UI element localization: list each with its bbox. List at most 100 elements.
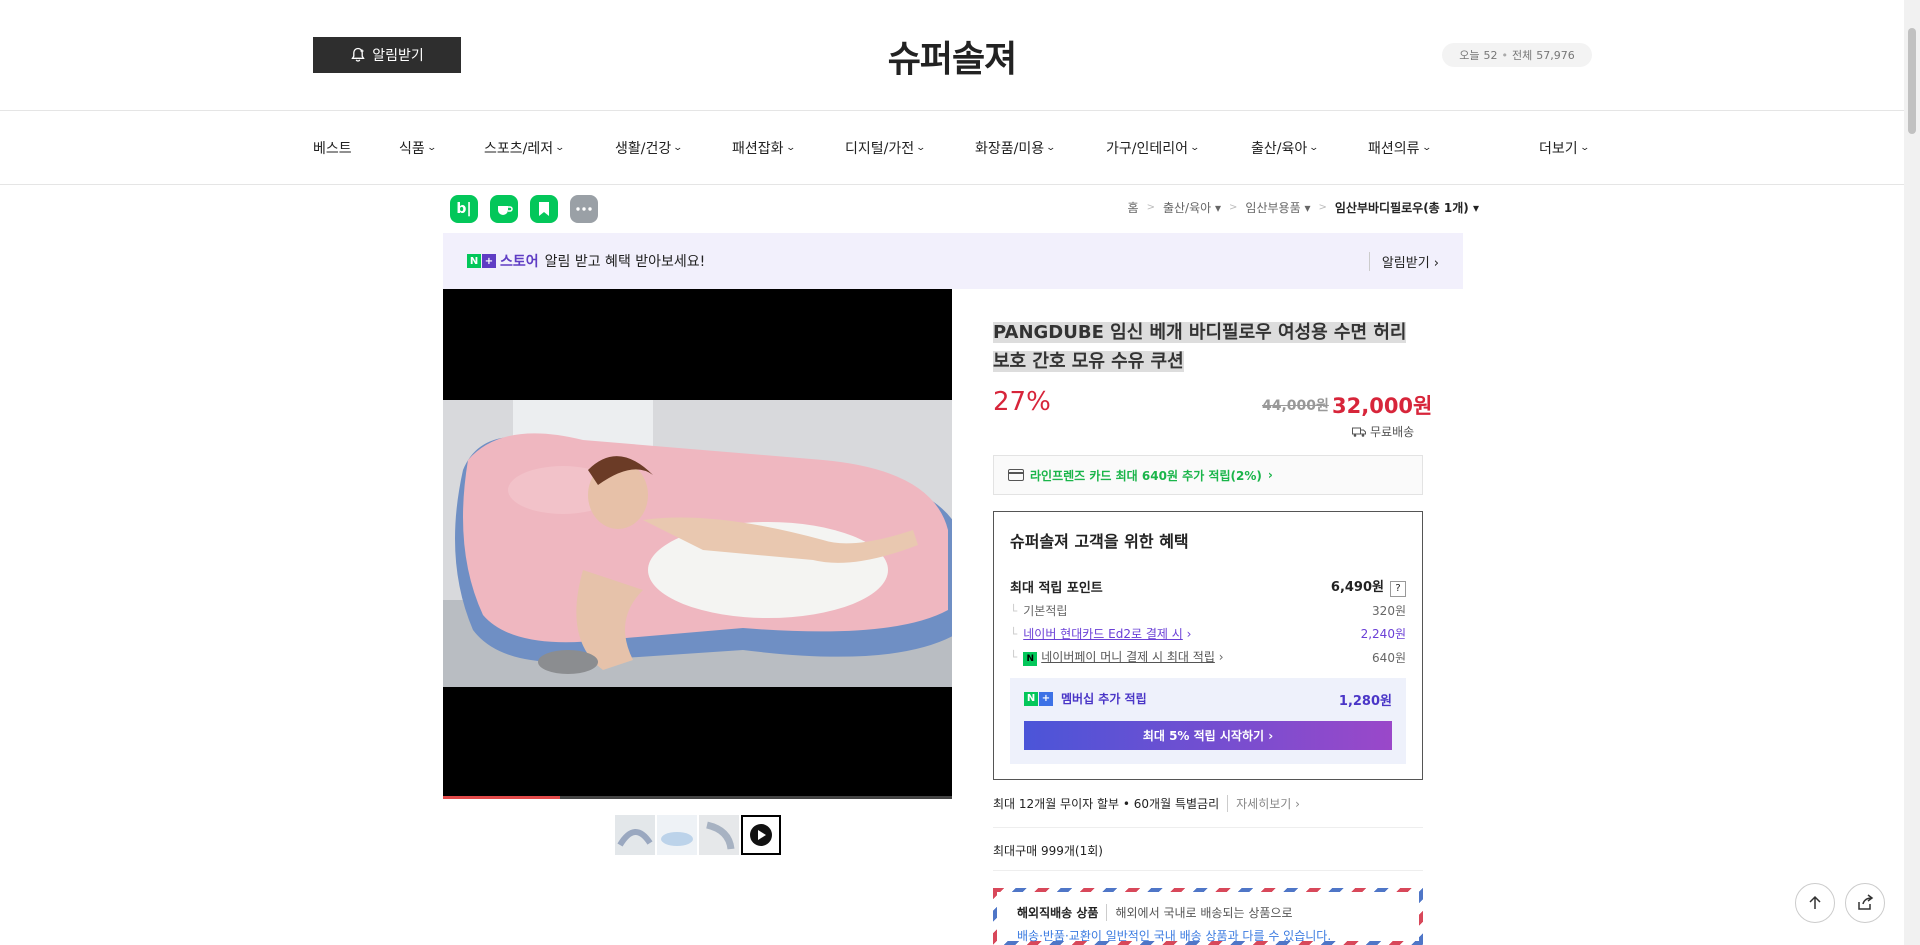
overseas-note: 배송·반품·교환이 일반적인 국내 배송 상품과 다를 수 있습니다. — [1017, 929, 1332, 943]
npay-points-value: 640원 — [1372, 650, 1406, 665]
cafe-share-icon[interactable] — [490, 195, 518, 223]
cup-icon — [498, 206, 513, 215]
help-icon[interactable]: ? — [1390, 580, 1406, 597]
video-progress-fill — [443, 796, 561, 799]
scroll-top-button[interactable] — [1795, 883, 1835, 923]
chevron-down-icon: ⌄ — [554, 143, 566, 153]
nav-item-living[interactable]: 생활/건강 ⌄ — [615, 138, 684, 158]
thumbnail-1[interactable] — [615, 815, 655, 855]
membership-start-button[interactable]: 최대 5% 적립 시작하기 › — [1024, 721, 1392, 750]
thumbnail-2[interactable] — [657, 815, 697, 855]
credit-card-icon — [1008, 469, 1024, 481]
store-banner-text: 알림 받고 혜택 받아보세요! — [544, 254, 706, 270]
breadcrumb-cat3[interactable]: 임산부바디필로우(총 1개) ▾ — [1335, 199, 1479, 216]
caret-down-icon: ▾ — [1215, 201, 1222, 215]
nav-item-beauty[interactable]: 화장품/미용 ⌄ — [975, 138, 1056, 158]
nav-label: 화장품/미용 — [975, 141, 1045, 157]
video-progress-bar[interactable] — [443, 796, 952, 799]
visitors-total-count: 57,976 — [1536, 48, 1575, 62]
overseas-shipping-notice: 해외직배송 상품 해외에서 국내로 배송되는 상품으로 배송·반품·교환이 일반… — [993, 888, 1423, 945]
divider — [993, 827, 1423, 828]
more-share-icon[interactable] — [570, 195, 598, 223]
truck-icon — [1352, 427, 1366, 437]
original-price: 44,000원 — [1262, 398, 1329, 414]
breadcrumb-separator-icon: > — [1146, 202, 1155, 213]
nav-item-clothing[interactable]: 패션의류 ⌄ — [1368, 138, 1432, 158]
page-scrollbar[interactable] — [1904, 0, 1920, 945]
max-points-label: 최대 적립 포인트 — [1010, 580, 1103, 596]
product-video-player[interactable] — [443, 289, 952, 799]
ellipsis-icon — [576, 207, 592, 211]
basic-points-label: 기본적립 — [1023, 604, 1068, 618]
nav-more-label: 더보기 — [1539, 141, 1578, 157]
shipping-text: 무료배송 — [1370, 425, 1415, 439]
breadcrumb-separator-icon: > — [1229, 202, 1238, 213]
breadcrumb-home[interactable]: 홈 — [1128, 199, 1139, 216]
visitors-today-count: 52 — [1483, 48, 1498, 62]
site-title[interactable]: 슈퍼솔져 — [0, 30, 1904, 82]
nav-item-digital[interactable]: 디지털/가전 ⌄ — [845, 138, 926, 158]
chevron-down-icon: ⌄ — [672, 143, 684, 153]
thumbnail-3[interactable] — [699, 815, 739, 855]
nav-label: 패션의류 — [1368, 141, 1420, 157]
share-button[interactable] — [1845, 883, 1885, 923]
overseas-desc: 해외에서 국내로 배송되는 상품으로 — [1115, 906, 1293, 920]
chevron-down-icon: ⌄ — [1421, 143, 1432, 153]
installment-more-label: 자세히보기 — [1236, 797, 1292, 811]
basic-points-label-group: └ 기본적립 — [1010, 602, 1067, 619]
separator-dot: • — [1501, 48, 1509, 62]
arrow-up-icon — [1809, 895, 1821, 909]
membership-value: 1,280원 — [1338, 694, 1392, 709]
play-icon — [750, 824, 772, 846]
card-points-link[interactable]: 네이버 현대카드 Ed2로 결제 시 — [1023, 627, 1183, 641]
max-points-group: 6,490원? — [1331, 576, 1406, 597]
naver-plus-logo-icon: N + — [1024, 691, 1053, 706]
nav-item-fashion-goods[interactable]: 패션잡화 ⌄ — [732, 138, 796, 158]
scrollbar-thumb[interactable] — [1908, 28, 1916, 134]
installment-more-link[interactable]: 자세히보기 › — [1227, 795, 1300, 812]
product-title-text: PANGDUBE 임신 베개 바디필로우 여성용 수면 허리 보호 간호 모유 … — [993, 322, 1407, 372]
card-points-label-group: └ 네이버 현대카드 Ed2로 결제 시 › — [1010, 625, 1191, 642]
blog-share-icon[interactable]: b| — [450, 195, 478, 223]
store-alert-link[interactable]: 알림받기 › — [1368, 251, 1439, 271]
breadcrumb-cat2[interactable]: 임산부용품 ▾ — [1245, 199, 1310, 216]
installment-info: 최대 12개월 무이자 할부 • 60개월 특별금리 자세히보기 › — [993, 795, 1300, 812]
chevron-right-icon: › — [1268, 729, 1274, 743]
installment-text: 최대 12개월 무이자 할부 • 60개월 특별금리 — [993, 797, 1220, 811]
blog-glyph: b| — [456, 201, 472, 217]
nav-label: 디지털/가전 — [845, 141, 915, 157]
chevron-down-icon: ⌄ — [426, 143, 437, 153]
bookmark-share-icon[interactable] — [530, 195, 558, 223]
npay-icon: N — [1023, 652, 1038, 666]
nav-more[interactable]: 더보기 ⌄ — [1539, 138, 1590, 158]
nav-item-best[interactable]: 베스트 — [313, 138, 352, 158]
card-benefit-box[interactable]: 라인프렌즈 카드 최대 640원 추가 적립(2%) › — [993, 455, 1423, 495]
nav-item-sports[interactable]: 스포츠/레저 ⌄ — [484, 138, 566, 158]
nav-item-baby[interactable]: 출산/육아 ⌄ — [1251, 138, 1320, 158]
breadcrumb-cat1[interactable]: 출산/육아 ▾ — [1163, 199, 1221, 216]
nav-label: 베스트 — [313, 141, 352, 157]
top-header: 알림받기 슈퍼솔져 오늘 52 • 전체 57,976 — [0, 0, 1904, 111]
nav-label: 식품 — [399, 141, 425, 157]
membership-label: 멤버십 추가 적립 — [1061, 692, 1147, 706]
divider — [993, 870, 1423, 871]
tree-branch-icon: └ — [1010, 627, 1018, 641]
membership-start-label: 최대 5% 적립 시작하기 — [1142, 729, 1265, 743]
nav-item-food[interactable]: 식품 ⌄ — [399, 138, 437, 158]
share-icon — [1858, 894, 1874, 910]
nav-item-furniture[interactable]: 가구/인테리어 ⌄ — [1106, 138, 1201, 158]
chevron-down-icon: ⌄ — [1308, 143, 1320, 153]
npay-points-label-group: └ N 네이버페이 머니 결제 시 최대 적립 › — [1010, 648, 1224, 666]
category-nav: 베스트 식품 ⌄ 스포츠/레저 ⌄ 생활/건강 ⌄ 패션잡화 ⌄ 디지털/가전 ⌄ 화장품… — [0, 112, 1904, 185]
caret-down-icon: ▾ — [1472, 201, 1479, 215]
store-alert-banner: N + 스토어 알림 받고 혜택 받아보세요! 알림받기 › — [443, 233, 1463, 289]
thumbnail-video[interactable] — [741, 815, 781, 855]
breadcrumb-cat1-label: 출산/육아 — [1162, 201, 1212, 215]
chevron-down-icon: ⌄ — [1189, 143, 1201, 153]
chevron-right-icon: › — [1433, 255, 1439, 271]
chevron-down-icon: ⌄ — [785, 143, 796, 153]
customer-benefit-box: 슈퍼솔져 고객을 위한 혜택 최대 적립 포인트 6,490원? └ 기본적립 3… — [993, 511, 1423, 780]
max-points-row: 최대 적립 포인트 6,490원? — [1010, 576, 1406, 597]
nav-label: 가구/인테리어 — [1106, 141, 1188, 157]
npay-points-link[interactable]: 네이버페이 머니 결제 시 최대 적립 — [1041, 650, 1215, 664]
